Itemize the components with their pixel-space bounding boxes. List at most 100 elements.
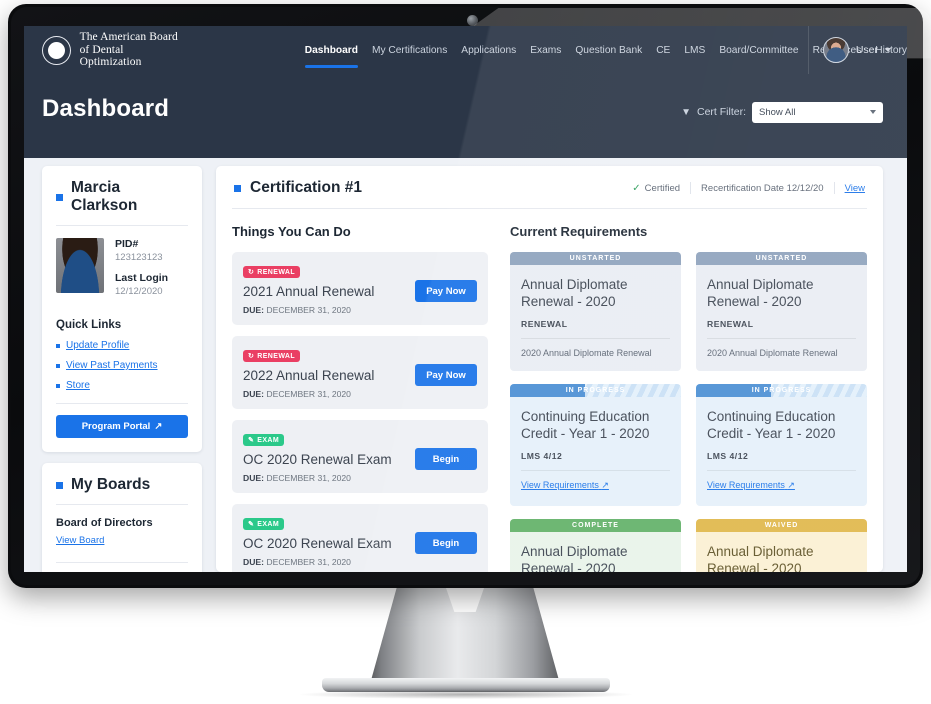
- user-menu-label: User: [855, 44, 878, 56]
- requirement-description: 2020 Annual Diplomate Renewal: [521, 348, 652, 358]
- profile-card-title: Marcia Clarkson: [42, 166, 202, 225]
- todo-item[interactable]: ✎ EXAM OC 2020 Renewal Exam DUE: DECEMBE…: [232, 420, 488, 493]
- nav-item-lms[interactable]: LMS: [684, 26, 705, 74]
- pay-now-button[interactable]: Pay Now: [415, 364, 477, 386]
- top-navigation-bar: The American Board of Dental Optimizatio…: [24, 26, 907, 74]
- my-boards-body: Board of Directors View Board: [42, 505, 202, 562]
- requirement-body: Annual Diplomate Renewal - 2020 RENEWAL: [696, 532, 867, 572]
- begin-button[interactable]: Begin: [415, 448, 477, 470]
- circle-logo-icon: [42, 35, 71, 65]
- badge-exam: ✎ EXAM: [243, 518, 285, 530]
- requirement-status: IN PROGRESS: [696, 384, 867, 397]
- view-board-link[interactable]: View Board: [56, 535, 104, 546]
- pid-value: 123123123: [115, 252, 163, 263]
- requirement-status: COMPLETE: [510, 519, 681, 532]
- profile-name: Marcia Clarkson: [71, 179, 138, 214]
- refresh-icon: ↻: [248, 353, 255, 360]
- things-you-can-do-title: Things You Can Do: [232, 224, 351, 239]
- todo-item-title: 2021 Annual Renewal: [243, 284, 375, 299]
- badge-label: RENEWAL: [257, 352, 296, 360]
- profile-photo: [56, 238, 104, 293]
- avatar: [822, 37, 849, 63]
- requirement-card[interactable]: IN PROGRESS Continuing Education Credit …: [696, 384, 867, 506]
- todo-item[interactable]: ✎ EXAM OC 2020 Renewal Exam DUE: DECEMBE…: [232, 504, 488, 572]
- monitor-scene: The American Board of Dental Optimizatio…: [0, 0, 931, 704]
- requirement-body: Annual Diplomate Renewal - 2020 RENEWAL …: [696, 265, 867, 371]
- cert-filter-label: Cert Filter:: [696, 106, 746, 118]
- todo-item-content: ✎ EXAM OC 2020 Renewal Exam DUE: DECEMBE…: [243, 429, 392, 483]
- todo-item-due: DUE: DECEMBER 31, 2020: [243, 557, 392, 567]
- quick-link-label: View Past Payments: [66, 360, 158, 371]
- requirement-card[interactable]: WAIVED Annual Diplomate Renewal - 2020 R…: [696, 519, 867, 572]
- brand-logo[interactable]: The American Board of Dental Optimizatio…: [42, 31, 187, 69]
- divider: [521, 470, 670, 471]
- nav-item-question-bank[interactable]: Question Bank: [575, 26, 642, 74]
- quick-link-view-past-payments[interactable]: View Past Payments: [56, 360, 188, 371]
- todo-item-due: DUE: DECEMBER 31, 2020: [243, 473, 392, 483]
- certification-title-group: Certification #1: [234, 179, 362, 197]
- certification-title: Certification #1: [250, 179, 362, 196]
- requirement-card[interactable]: UNSTARTED Annual Diplomate Renewal - 202…: [510, 252, 681, 371]
- profile-body: PID# 123123123 Last Login 12/12/2020: [42, 226, 202, 307]
- nav-item-ce[interactable]: CE: [656, 26, 670, 74]
- requirement-title: Continuing Education Credit - Year 1 - 2…: [707, 409, 836, 441]
- square-bullet-icon: [56, 193, 63, 201]
- requirement-card[interactable]: IN PROGRESS Continuing Education Credit …: [510, 384, 681, 506]
- badge-label: EXAM: [257, 520, 280, 528]
- certification-panel: Certification #1 ✓ Certified Recertifica…: [216, 166, 883, 572]
- badge-label: EXAM: [257, 436, 280, 444]
- profile-card: Marcia Clarkson PID# 123123123 Last Logi…: [42, 166, 202, 452]
- view-requirements-label: View Requirements: [707, 480, 785, 490]
- todo-item-due: DUE: DECEMBER 31, 2020: [243, 305, 374, 315]
- nav-item-exams[interactable]: Exams: [530, 26, 561, 74]
- requirement-meta: RENEWAL: [521, 319, 568, 329]
- sidebar: Marcia Clarkson PID# 123123123 Last Logi…: [42, 166, 202, 572]
- my-boards-body-2: Committees: [42, 563, 202, 572]
- my-boards-card: My Boards Board of Directors View Board …: [42, 463, 202, 572]
- nav-item-my-certifications[interactable]: My Certifications: [372, 26, 447, 74]
- quick-link-store[interactable]: Store: [56, 380, 188, 391]
- program-portal-label: Program Portal: [81, 421, 151, 432]
- due-label: DUE:: [243, 557, 265, 567]
- requirement-body: Annual Diplomate Renewal - 2020 RENEWAL …: [510, 265, 681, 371]
- view-requirements-link[interactable]: View Requirements ↗: [521, 480, 609, 491]
- brand-text: The American Board of Dental Optimizatio…: [80, 31, 187, 69]
- pencil-icon: ✎: [248, 437, 255, 444]
- board-name: Committees: [56, 563, 188, 572]
- cert-filter-group: ▼ Cert Filter: Show All: [681, 96, 883, 123]
- nav-item-board-committee[interactable]: Board/Committee: [719, 26, 798, 74]
- program-portal-button[interactable]: Program Portal ↗: [56, 415, 188, 438]
- begin-button[interactable]: Begin: [415, 532, 477, 554]
- screen: The American Board of Dental Optimizatio…: [24, 26, 907, 572]
- divider: [707, 338, 856, 339]
- requirement-title: Annual Diplomate Renewal - 2020: [707, 277, 814, 309]
- requirement-meta: LMS 4/12: [521, 451, 563, 461]
- todo-item[interactable]: ↻ RENEWAL 2021 Annual Renewal DUE: DECEM…: [232, 252, 488, 325]
- square-bullet-icon: [234, 184, 241, 192]
- requirement-card[interactable]: COMPLETE Annual Diplomate Renewal - 2020…: [510, 519, 681, 572]
- todo-item[interactable]: ↻ RENEWAL 2022 Annual Renewal DUE: DECEM…: [232, 336, 488, 409]
- pay-now-button[interactable]: Pay Now: [415, 280, 477, 302]
- todo-item-content: ✎ EXAM OC 2020 Renewal Exam DUE: DECEMBE…: [243, 513, 392, 567]
- requirement-meta: LMS 4/12: [707, 451, 749, 461]
- requirement-body: Annual Diplomate Renewal - 2020 RENEWAL: [510, 532, 681, 572]
- current-requirements-column: Current Requirements UNSTARTED Annual Di…: [510, 224, 867, 572]
- view-certification-link[interactable]: View: [845, 183, 865, 194]
- due-value: DECEMBER 31, 2020: [266, 305, 351, 315]
- nav-item-applications[interactable]: Applications: [461, 26, 516, 74]
- requirement-card[interactable]: UNSTARTED Annual Diplomate Renewal - 202…: [696, 252, 867, 371]
- quick-link-update-profile[interactable]: Update Profile: [56, 340, 188, 351]
- due-label: DUE:: [243, 473, 265, 483]
- my-boards-title: My Boards: [42, 463, 202, 504]
- view-requirements-link[interactable]: View Requirements ↗: [707, 480, 795, 491]
- user-menu[interactable]: User: [807, 26, 907, 74]
- requirement-status: IN PROGRESS: [510, 384, 681, 397]
- nav-item-dashboard[interactable]: Dashboard: [304, 26, 359, 74]
- due-value: DECEMBER 31, 2020: [266, 557, 351, 567]
- requirement-description: 2020 Annual Diplomate Renewal: [707, 348, 838, 358]
- cert-filter-select[interactable]: Show All: [752, 101, 883, 123]
- requirement-status: UNSTARTED: [510, 252, 681, 265]
- todo-item-title: OC 2020 Renewal Exam: [243, 536, 392, 551]
- workspace: Marcia Clarkson PID# 123123123 Last Logi…: [24, 158, 907, 572]
- requirement-meta: RENEWAL: [707, 319, 754, 329]
